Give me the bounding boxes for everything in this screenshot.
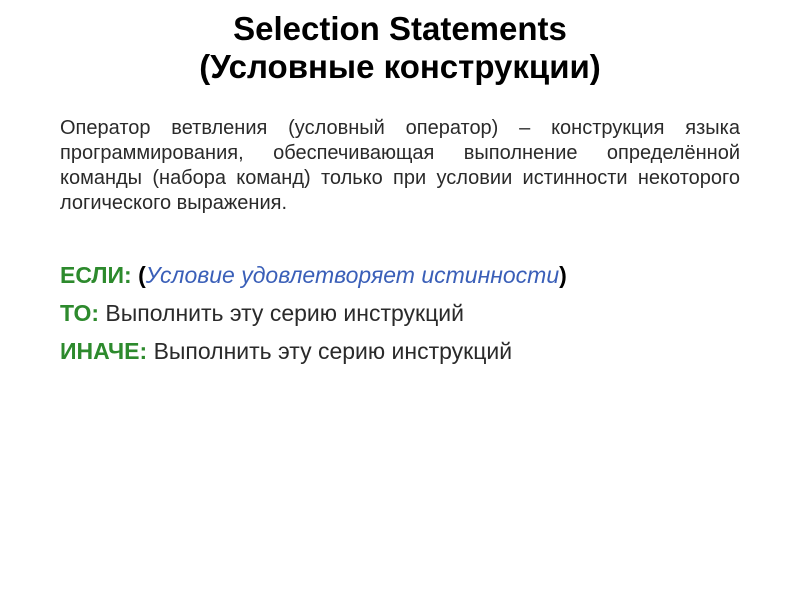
- if-keyword: ЕСЛИ:: [60, 262, 132, 288]
- title-text-2: Условные конструкции: [210, 48, 590, 85]
- if-paren-close: ): [559, 262, 567, 288]
- then-statement: ТО: Выполнить эту серию инструкций: [60, 299, 740, 329]
- if-condition: Условие удовлетворяет истинности: [146, 262, 559, 288]
- if-statement: ЕСЛИ: (Условие удовлетворяет истинности): [60, 261, 740, 291]
- title-paren-close: ): [590, 48, 601, 85]
- if-paren-open: (: [138, 262, 146, 288]
- then-keyword: ТО:: [60, 300, 99, 326]
- else-action: Выполнить эту серию инструкций: [154, 338, 513, 364]
- slide-title: Selection Statements (Условные конструкц…: [60, 10, 740, 86]
- title-line-2: (Условные конструкции): [60, 48, 740, 86]
- title-line-1: Selection Statements: [60, 10, 740, 48]
- else-keyword: ИНАЧЕ:: [60, 338, 147, 364]
- then-action: Выполнить эту серию инструкций: [105, 300, 464, 326]
- definition-paragraph: Оператор ветвления (условный оператор) –…: [60, 116, 740, 216]
- else-statement: ИНАЧЕ: Выполнить эту серию инструкций: [60, 337, 740, 367]
- title-paren-open: (: [199, 48, 210, 85]
